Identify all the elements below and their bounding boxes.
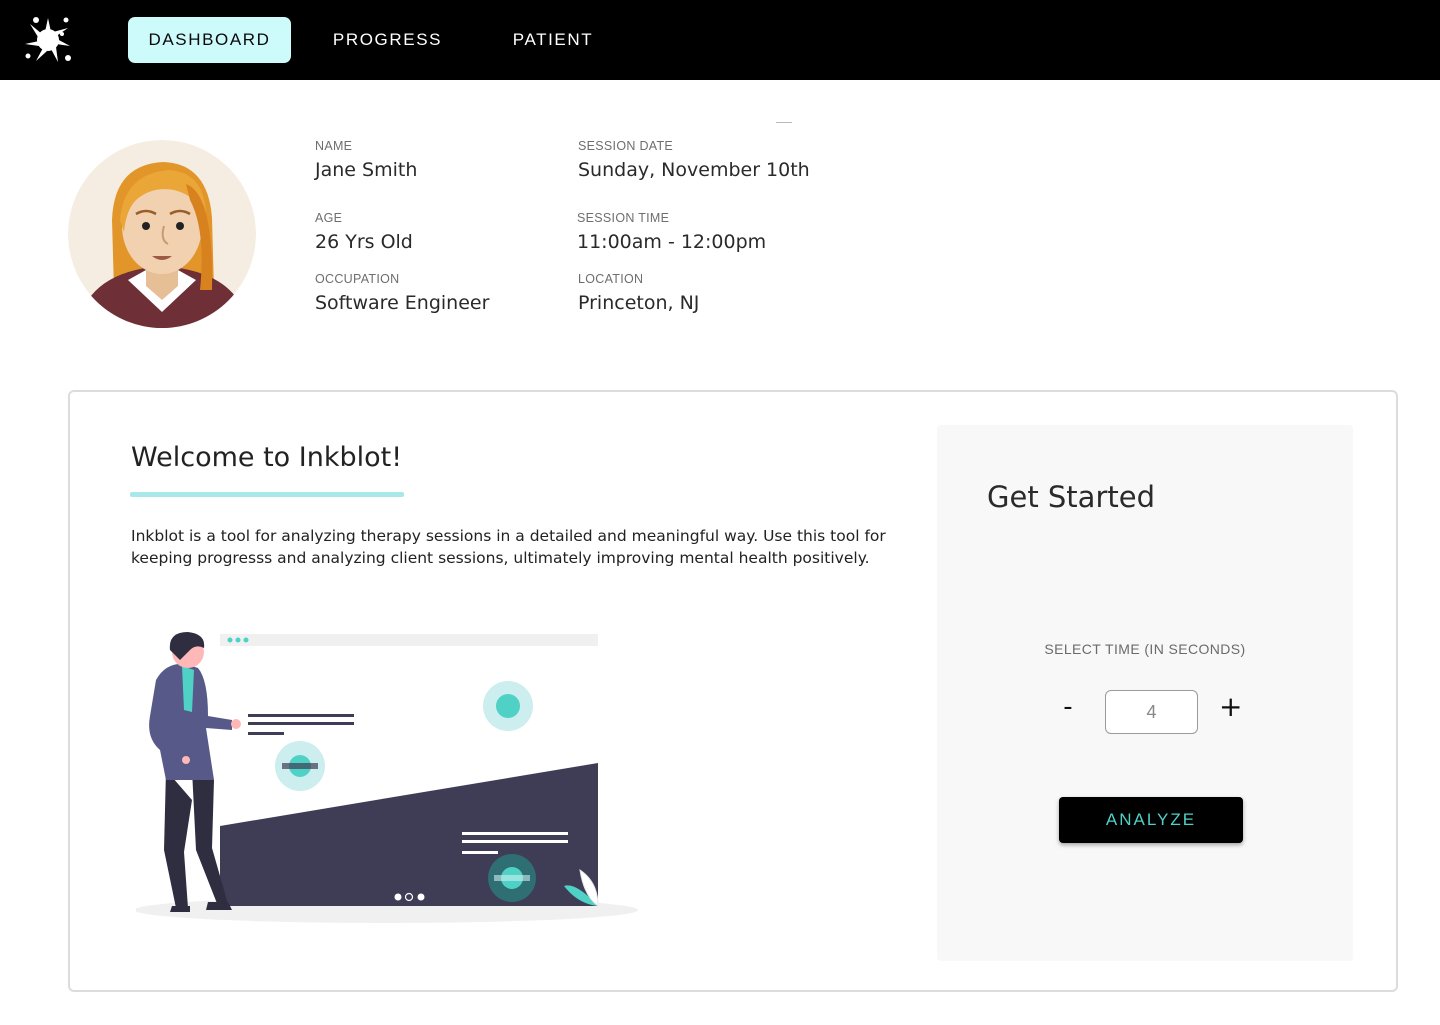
welcome-card: Welcome to Inkblot! Inkblot is a tool fo… xyxy=(68,390,1398,992)
decrement-button[interactable]: - xyxy=(1057,692,1079,722)
location-value: Princeton, NJ xyxy=(578,292,700,314)
occupation-field: OCCUPATION Software Engineer xyxy=(315,272,489,314)
patient-avatar xyxy=(68,140,256,328)
select-time-label: SELECT TIME (IN SECONDS) xyxy=(1044,641,1246,657)
age-label: AGE xyxy=(315,211,343,225)
occupation-label: OCCUPATION xyxy=(315,272,400,286)
location-label: LOCATION xyxy=(578,272,644,286)
name-value: Jane Smith xyxy=(315,159,418,181)
get-started-panel: Get Started SELECT TIME (IN SECONDS) - +… xyxy=(937,425,1353,961)
tab-patient[interactable]: PATIENT xyxy=(497,17,609,63)
analyze-button[interactable]: ANALYZE xyxy=(1059,797,1243,843)
tab-progress[interactable]: PROGRESS xyxy=(320,17,455,63)
top-nav: DASHBOARD PROGRESS PATIENT xyxy=(0,0,1440,80)
occupation-value: Software Engineer xyxy=(315,292,490,314)
age-field: AGE 26 Yrs Old xyxy=(315,211,413,253)
title-underline xyxy=(130,492,404,497)
tab-dashboard[interactable]: DASHBOARD xyxy=(128,17,291,63)
name-label: NAME xyxy=(315,139,353,153)
presentation-illustration xyxy=(136,632,638,923)
ink-splat-icon[interactable] xyxy=(22,14,74,66)
get-started-title: Get Started xyxy=(987,480,1155,514)
name-field: NAME Jane Smith xyxy=(315,139,417,181)
session-date-label: SESSION DATE xyxy=(578,139,674,153)
time-seconds-input[interactable] xyxy=(1105,690,1198,734)
session-time-label: SESSION TIME xyxy=(577,211,670,225)
location-field: LOCATION Princeton, NJ xyxy=(578,272,699,314)
session-date-value: Sunday, November 10th xyxy=(578,159,810,181)
increment-button[interactable]: + xyxy=(1219,692,1242,722)
welcome-description: Inkblot is a tool for analyzing therapy … xyxy=(131,527,886,567)
age-value: 26 Yrs Old xyxy=(315,231,413,253)
session-time-field: SESSION TIME 11:00am - 12:00pm xyxy=(577,211,766,253)
welcome-title: Welcome to Inkblot! xyxy=(131,442,403,473)
divider xyxy=(776,122,792,123)
session-date-field: SESSION DATE Sunday, November 10th xyxy=(578,139,810,181)
session-time-value: 11:00am - 12:00pm xyxy=(577,231,767,253)
